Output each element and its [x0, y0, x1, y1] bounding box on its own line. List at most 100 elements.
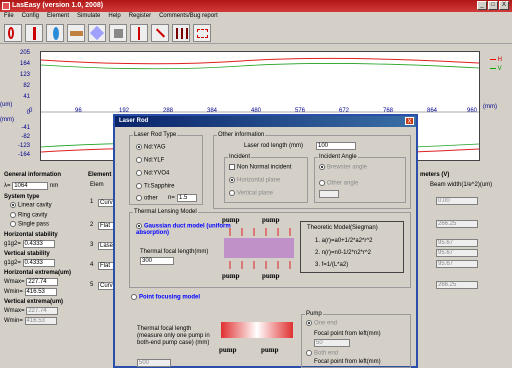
wmax-label: Wmax= [4, 278, 25, 285]
pump-label: pump [219, 346, 237, 354]
horizontal-label: Horizontal plane [237, 177, 281, 184]
toolbar [0, 22, 512, 44]
radio-icon [229, 190, 235, 196]
v-g1g2-field: 0.4333 [22, 258, 55, 267]
element-num: 2 [90, 222, 94, 228]
non-normal-checkbox[interactable]: Non Normal incident [229, 164, 291, 171]
h-extrema-heading: Horizontal extrema(um) [4, 269, 72, 276]
radio-icon [229, 177, 235, 183]
focal-left-label: Focal point from left(mm) [314, 331, 381, 337]
maximize-button[interactable]: □ [488, 1, 498, 10]
ring-cavity-radio[interactable]: Ring cavity [10, 211, 84, 219]
ytick: 123 [19, 72, 30, 78]
wmin-label: Wmin= [4, 288, 23, 295]
ytick: -123 [17, 143, 30, 149]
pump-group-label: Pump [305, 311, 323, 317]
focal-left-input[interactable]: 50 [314, 339, 350, 347]
focal-left2-label: Focal point from left(mm) [314, 359, 381, 365]
ytick: 0 [26, 110, 30, 116]
other-radio[interactable]: other [136, 195, 158, 202]
both-end-radio[interactable]: Both end [306, 350, 338, 357]
other-angle-radio[interactable]: Other angle [319, 180, 358, 187]
n-label: n= [168, 195, 175, 201]
beam-splitter-tool-icon[interactable] [151, 24, 169, 42]
point-focal-label: Thermal focal length (measure only one p… [137, 326, 210, 346]
crystal-tool-icon[interactable] [109, 24, 127, 42]
radio-icon [136, 223, 142, 229]
point-focal-input[interactable]: 500 [137, 359, 171, 367]
menu-element[interactable]: Element [47, 13, 69, 21]
n-input[interactable]: 1.5 [177, 194, 197, 202]
other-angle-input[interactable] [319, 190, 339, 198]
linear-cavity-radio[interactable]: Linear cavity [10, 202, 84, 209]
menu-help[interactable]: Help [108, 13, 120, 21]
system-type-heading: System type [4, 194, 40, 200]
menu-file[interactable]: File [4, 13, 14, 21]
gaussian-model-radio[interactable]: Gaussian duct model (uniform absorption) [136, 223, 236, 236]
one-end-label: One end [314, 320, 338, 327]
point-model-radio[interactable]: Point focusing model [131, 294, 200, 301]
y-axis-label: (mm) [0, 117, 14, 123]
ti-sapphire-radio[interactable]: Ti:Sapphire [136, 183, 174, 190]
lambda-label: λ= [4, 183, 11, 189]
incident-label: Incident [228, 154, 252, 160]
other-info-label: Other information [217, 132, 266, 138]
wavelength-input[interactable]: 1064 [12, 182, 49, 190]
xtick: 864 [427, 108, 438, 114]
menu-config[interactable]: Config [22, 13, 39, 21]
one-end-radio[interactable]: One end [306, 320, 337, 327]
ytick: -41 [21, 125, 30, 131]
pump-label: pump [222, 272, 240, 280]
curved-mirror-tool-icon[interactable] [4, 24, 22, 42]
minimize-button[interactable]: _ [477, 1, 487, 10]
h-wmax-field: 227.74 [26, 277, 59, 286]
ytick: 164 [19, 61, 30, 67]
thermal-focal-label: Thermal focal length(mm) [140, 249, 209, 255]
type-label: Ti:Sapphire [144, 183, 175, 190]
ytick: 41 [23, 94, 30, 100]
aperture-tool-icon[interactable] [130, 24, 148, 42]
xtick: 0 [29, 108, 33, 114]
other-info-group: Other information Laser rod length (mm) … [213, 132, 411, 209]
dialog-close-button[interactable]: X [405, 117, 414, 125]
single-pass-radio[interactable]: Single pass [10, 221, 84, 228]
thermal-focal-input[interactable]: 300 [140, 257, 174, 265]
ring-label: Ring cavity [18, 212, 48, 219]
type-label: Nd:YVO4 [144, 170, 170, 177]
theoretic-model-box: Theoretic Model(Siegman) 1. a(r)=a0+1/2*… [300, 221, 404, 273]
pump-label: pump [262, 216, 280, 224]
nd-yag-radio[interactable]: Nd:YAG [136, 144, 166, 151]
menu-register[interactable]: Register [129, 13, 151, 21]
title-bar: LasEasy (version 1.0, 2008) [0, 0, 512, 12]
vertical-plane-radio[interactable]: Vertical plane [229, 190, 273, 197]
horizontal-plane-radio[interactable]: Horizontal plane [229, 177, 280, 184]
nd-ylf-radio[interactable]: Nd:YLF [136, 157, 164, 164]
app-icon [2, 2, 10, 10]
ytick: -82 [21, 134, 30, 140]
theoretic-title: Theoretic Model(Siegman) [307, 225, 378, 231]
other-angle-label: Other angle [327, 180, 359, 187]
brewster-radio[interactable]: Brewster angle [319, 164, 367, 171]
radio-icon [136, 183, 142, 189]
rod-length-input[interactable]: 100 [316, 142, 356, 150]
menu-simulate[interactable]: Simulate [77, 13, 100, 21]
lens-tool-icon[interactable] [46, 24, 64, 42]
grating-tool-icon[interactable] [193, 24, 211, 42]
right-panel: meters (V) Beam width(1/e^2)(um) 0.00 26… [420, 172, 510, 366]
nd-yvo4-radio[interactable]: Nd:YVO4 [136, 170, 169, 177]
prism-tool-icon[interactable] [88, 24, 106, 42]
laser-rod-tool-icon[interactable] [67, 24, 85, 42]
type-label: other [144, 195, 158, 202]
radio-icon [131, 294, 137, 300]
incident-group: Incident Non Normal incident Horizontal … [224, 154, 308, 203]
thermal-model-label: Thermal Lensing Model [133, 209, 198, 215]
pump-label: pump [261, 346, 279, 354]
wavelength-unit: nm [49, 183, 59, 189]
flat-mirror-tool-icon[interactable] [25, 24, 43, 42]
menu-comments[interactable]: Comments/Bug report [159, 13, 218, 21]
close-button[interactable]: X [499, 1, 509, 10]
beam-width-field: 0.00 [436, 197, 478, 205]
multi-mirror-tool-icon[interactable] [172, 24, 190, 42]
left-panel: General information λ= 1064 nm System ty… [4, 172, 84, 368]
vertical-label: Vertical plane [237, 190, 274, 197]
